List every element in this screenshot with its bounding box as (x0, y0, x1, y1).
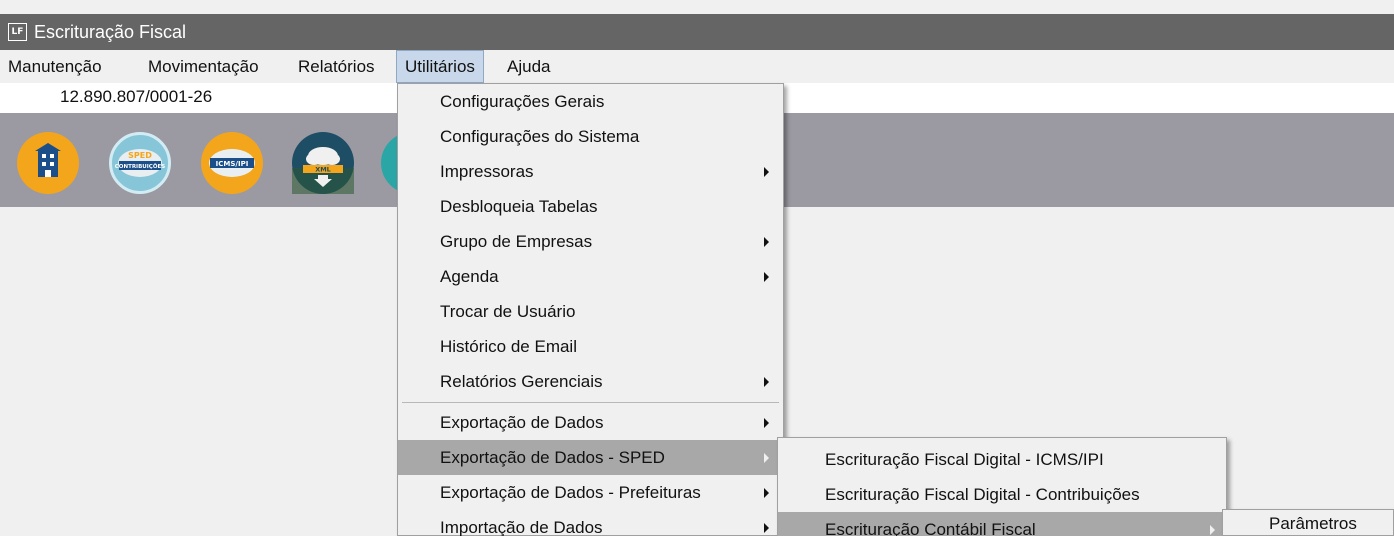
company-cnpj: 12.890.807/0001-26 (60, 87, 213, 106)
menu-item-label: Exportação de Dados (440, 412, 604, 432)
xml-download-button[interactable]: XML (292, 132, 354, 194)
submenu-arrow-icon (764, 376, 769, 387)
submenu-arrow-icon (764, 236, 769, 247)
menu-manutencao[interactable]: Manutenção (0, 50, 110, 83)
app-icon: LF (8, 23, 27, 41)
menu-item-label: Importação de Dados (440, 517, 603, 536)
menu-item-efd-icms-ipi[interactable]: Escrituração Fiscal Digital - ICMS/IPI (778, 442, 1226, 477)
menu-item-label: Desbloqueia Tabelas (440, 196, 598, 216)
menu-bar: Manutenção Movimentação Relatórios Utili… (0, 50, 1394, 83)
menu-item-label: Relatórios Gerenciais (440, 371, 603, 391)
menu-item-label: Exportação de Dados - SPED (440, 447, 665, 467)
menu-relatorios[interactable]: Relatórios (290, 50, 383, 83)
menu-item-label: Parâmetros (1269, 513, 1357, 533)
xml-download-icon: XML (292, 147, 354, 194)
sped-contribuicoes-button[interactable]: SPED CONTRIBUIÇÕES (109, 132, 171, 194)
menu-item-exportacao-dados[interactable]: Exportação de Dados (398, 405, 783, 440)
menu-item-label: Configurações do Sistema (440, 126, 640, 146)
menu-item-efd-contribuicoes[interactable]: Escrituração Fiscal Digital - Contribuiç… (778, 477, 1226, 512)
menu-item-desbloqueia-tabelas[interactable]: Desbloqueia Tabelas (398, 189, 783, 224)
menu-separator (402, 402, 779, 403)
sped-submenu: Escrituração Fiscal Digital - ICMS/IPI E… (777, 437, 1227, 536)
menu-ajuda[interactable]: Ajuda (499, 50, 558, 83)
menu-item-exportacao-dados-sped[interactable]: Exportação de Dados - SPED (398, 440, 783, 475)
menu-item-grupo-empresas[interactable]: Grupo de Empresas (398, 224, 783, 259)
menu-item-label: Trocar de Usuário (440, 301, 576, 321)
menu-movimentacao[interactable]: Movimentação (140, 50, 267, 83)
menu-item-relatorios-gerenciais[interactable]: Relatórios Gerenciais (398, 364, 783, 399)
submenu-arrow-icon (764, 166, 769, 177)
icms-ipi-label: ICMS/IPI (216, 160, 249, 168)
menu-item-label: Configurações Gerais (440, 91, 605, 111)
window-title: Escrituração Fiscal (34, 21, 187, 42)
menu-item-exportacao-dados-prefeituras[interactable]: Exportação de Dados - Prefeituras (398, 475, 783, 510)
xml-label: XML (315, 166, 331, 174)
submenu-arrow-icon (764, 522, 769, 533)
menu-item-label: Escrituração Fiscal Digital - Contribuiç… (825, 484, 1140, 504)
menu-item-ecf[interactable]: Escrituração Contábil Fiscal (778, 512, 1226, 536)
menu-item-label: Histórico de Email (440, 336, 577, 356)
submenu-arrow-icon (764, 271, 769, 282)
menu-item-importacao-dados[interactable]: Importação de Dados (398, 510, 783, 536)
contribuicoes-label: CONTRIBUIÇÕES (115, 163, 166, 170)
menu-utilitarios[interactable]: Utilitários (396, 50, 484, 83)
submenu-arrow-icon (764, 487, 769, 498)
submenu-arrow-icon (1210, 524, 1215, 535)
company-button[interactable] (17, 132, 79, 194)
sped-label: SPED (128, 151, 152, 160)
menu-item-trocar-usuario[interactable]: Trocar de Usuário (398, 294, 783, 329)
submenu-arrow-icon (764, 417, 769, 428)
menu-item-label: Impressoras (440, 161, 534, 181)
menu-item-label: Escrituração Fiscal Digital - ICMS/IPI (825, 449, 1104, 469)
icms-ipi-button[interactable]: ICMS/IPI (201, 132, 263, 194)
menu-item-label: Escrituração Contábil Fiscal (825, 519, 1036, 536)
ecf-submenu: Parâmetros (1222, 509, 1394, 536)
menu-item-impressoras[interactable]: Impressoras (398, 154, 783, 189)
sped-contribuicoes-icon: SPED CONTRIBUIÇÕES (115, 149, 166, 177)
menu-item-configuracoes-sistema[interactable]: Configurações do Sistema (398, 119, 783, 154)
menu-item-label: Exportação de Dados - Prefeituras (440, 482, 701, 502)
title-bar: LF Escrituração Fiscal (0, 14, 1394, 50)
menu-item-configuracoes-gerais[interactable]: Configurações Gerais (398, 84, 783, 119)
building-icon (35, 143, 61, 177)
submenu-arrow-icon (764, 452, 769, 463)
menu-item-label: Agenda (440, 266, 499, 286)
utilitarios-dropdown: Configurações Gerais Configurações do Si… (397, 83, 784, 536)
menu-item-historico-email[interactable]: Histórico de Email (398, 329, 783, 364)
menu-item-parametros[interactable]: Parâmetros (1223, 510, 1393, 536)
menu-item-agenda[interactable]: Agenda (398, 259, 783, 294)
icms-ipi-icon: ICMS/IPI (209, 149, 255, 177)
menu-item-label: Grupo de Empresas (440, 231, 593, 251)
